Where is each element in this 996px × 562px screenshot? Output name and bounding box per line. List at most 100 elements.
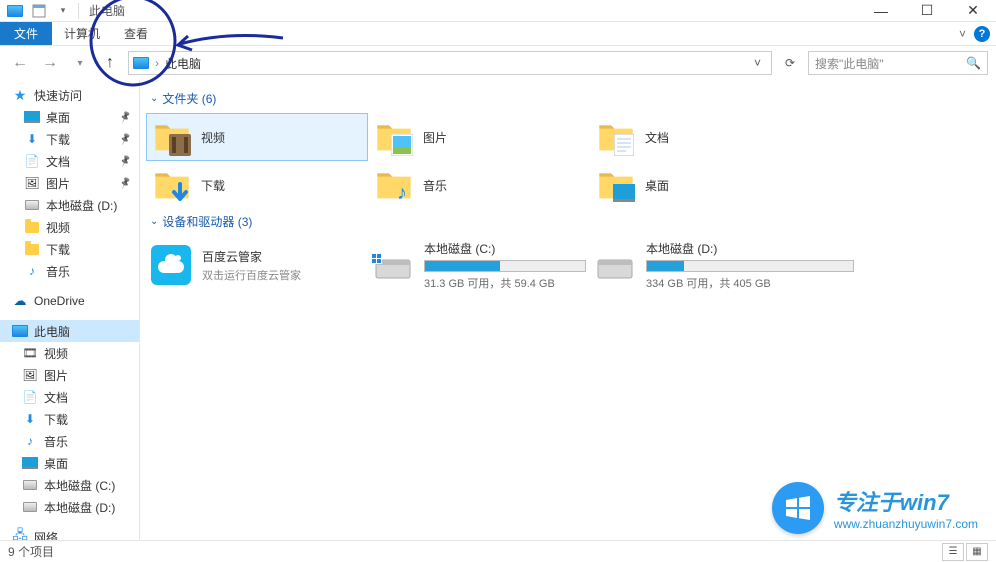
sidebar-item-pictures[interactable]: 🖼 图片 xyxy=(0,172,139,194)
search-input[interactable]: 搜索"此电脑" 🔍 xyxy=(808,51,988,75)
sidebar-quick-access[interactable]: ★ 快速访问 xyxy=(0,84,139,106)
statusbar: 9 个项目 ☰ ▦ xyxy=(0,540,996,562)
search-placeholder-text: 搜索"此电脑" xyxy=(815,55,884,72)
sidebar-onedrive[interactable]: ☁OneDrive xyxy=(0,290,139,312)
refresh-button[interactable]: ⟳ xyxy=(778,51,802,75)
folder-tile-videos[interactable]: 视频 xyxy=(146,113,368,161)
sidebar-item-label: 桌面 xyxy=(44,455,68,472)
disk-icon xyxy=(22,477,38,493)
address-bar[interactable]: › 此电脑 ˅ xyxy=(128,51,772,75)
group-folders-header[interactable]: ⌄ 文件夹 (6) xyxy=(146,86,986,113)
nav-forward-button[interactable]: → xyxy=(38,51,62,75)
address-dropdown-icon[interactable]: ˅ xyxy=(748,56,767,70)
sidebar-pc-disk-d[interactable]: 本地磁盘 (D:) xyxy=(0,496,139,518)
sidebar-pc-downloads[interactable]: ⬇ 下载 xyxy=(0,408,139,430)
folder-icon xyxy=(151,116,193,158)
folder-tile-downloads[interactable]: 下载 xyxy=(146,161,368,209)
minimize-button[interactable]: — xyxy=(858,0,904,22)
sidebar-item-label: 下载 xyxy=(46,241,70,258)
drive-stats: 31.3 GB 可用，共 59.4 GB xyxy=(424,275,586,291)
nav-recent-dropdown[interactable]: ▾ xyxy=(68,51,92,75)
drive-usage-bar xyxy=(424,260,586,272)
sidebar-label: 网络 xyxy=(34,529,58,541)
sidebar-item-music[interactable]: ♪音乐 xyxy=(0,260,139,282)
device-tile-baidu[interactable]: 百度云管家 双击运行百度云管家 xyxy=(146,236,368,294)
folder-tile-music[interactable]: ♪ 音乐 xyxy=(368,161,590,209)
sidebar-item-label: 本地磁盘 (D:) xyxy=(44,499,115,516)
view-details-button[interactable]: ☰ xyxy=(942,543,964,561)
qat-properties-icon[interactable] xyxy=(28,2,50,20)
tile-label: 桌面 xyxy=(645,177,669,194)
sidebar-item-label: 下载 xyxy=(44,411,68,428)
sidebar-item-label: 音乐 xyxy=(44,433,68,450)
disk-icon xyxy=(24,197,40,213)
chevron-down-icon: ⌄ xyxy=(150,216,158,227)
sidebar-item-documents[interactable]: 📄 文档 xyxy=(0,150,139,172)
drive-name: 本地磁盘 (C:) xyxy=(424,240,586,257)
sidebar-item-downloads2[interactable]: 下载 xyxy=(0,238,139,260)
drive-tile-c[interactable]: 本地磁盘 (C:) 31.3 GB 可用，共 59.4 GB xyxy=(368,236,590,294)
network-icon: 🖧 xyxy=(12,529,28,540)
download-icon: ⬇ xyxy=(24,131,40,147)
address-separator-icon: › xyxy=(155,56,159,70)
folder-icon: ♪ xyxy=(373,164,415,206)
sidebar-item-label: 视频 xyxy=(44,345,68,362)
watermark: 专注于win7 www.zhuanzhuyuwin7.com xyxy=(772,482,978,534)
drive-tile-d[interactable]: 本地磁盘 (D:) 334 GB 可用，共 405 GB xyxy=(590,236,858,294)
disk-icon xyxy=(22,499,38,515)
address-location-text[interactable]: 此电脑 xyxy=(165,55,201,72)
nav-back-button[interactable]: ← xyxy=(8,51,32,75)
sidebar-item-videos[interactable]: 视频 xyxy=(0,216,139,238)
view-tiles-button[interactable]: ▦ xyxy=(966,543,988,561)
content-area: ⌄ 文件夹 (6) 视频 图片 xyxy=(140,80,996,540)
sidebar-item-disk-d[interactable]: 本地磁盘 (D:) xyxy=(0,194,139,216)
baidu-cloud-icon xyxy=(150,244,192,286)
video-icon: 🎞 xyxy=(22,345,38,361)
document-icon: 📄 xyxy=(22,389,38,405)
sidebar-pc-music[interactable]: ♪音乐 xyxy=(0,430,139,452)
status-item-count: 9 个项目 xyxy=(8,543,54,560)
folder-icon xyxy=(24,241,40,257)
group-devices-header[interactable]: ⌄ 设备和驱动器 (3) xyxy=(146,209,986,236)
music-icon: ♪ xyxy=(24,263,40,279)
sidebar-item-label: 本地磁盘 (D:) xyxy=(46,197,117,214)
tile-label: 图片 xyxy=(423,129,447,146)
sidebar-item-desktop[interactable]: 桌面 xyxy=(0,106,139,128)
qat-dropdown-icon[interactable]: ▾ xyxy=(52,2,74,20)
folder-tile-documents[interactable]: 文档 xyxy=(590,113,812,161)
ribbon-tab-computer[interactable]: 计算机 xyxy=(52,22,112,45)
sidebar-item-label: 文档 xyxy=(46,153,70,170)
sidebar-network[interactable]: 🖧 网络 xyxy=(0,526,139,540)
sidebar-pc-desktop[interactable]: 桌面 xyxy=(0,452,139,474)
maximize-button[interactable]: ☐ xyxy=(904,0,950,22)
folder-tile-desktop[interactable]: 桌面 xyxy=(590,161,812,209)
system-menu-icon[interactable] xyxy=(4,2,26,20)
ribbon-expand-icon[interactable]: ˅ xyxy=(959,27,966,41)
close-button[interactable]: ✕ xyxy=(950,0,996,22)
sidebar-item-downloads[interactable]: ⬇下载 xyxy=(0,128,139,150)
sidebar-label: 快速访问 xyxy=(34,87,82,104)
sidebar-pc-pictures[interactable]: 🖼图片 xyxy=(0,364,139,386)
sidebar-pc-disk-c[interactable]: 本地磁盘 (C:) xyxy=(0,474,139,496)
sidebar-this-pc[interactable]: 此电脑 xyxy=(0,320,139,342)
drive-usage-bar xyxy=(646,260,854,272)
ribbon-tab-view[interactable]: 查看 xyxy=(112,22,160,45)
search-icon[interactable]: 🔍 xyxy=(966,56,981,70)
tile-label: 文档 xyxy=(645,129,669,146)
sidebar-item-label: 图片 xyxy=(46,175,70,192)
watermark-url: www.zhuanzhuyuwin7.com xyxy=(834,517,978,531)
folder-icon xyxy=(151,164,193,206)
download-icon: ⬇ xyxy=(22,411,38,427)
sidebar-pc-documents[interactable]: 📄文档 xyxy=(0,386,139,408)
picture-icon: 🖼 xyxy=(24,175,40,191)
folder-icon xyxy=(24,219,40,235)
ribbon-file-tab[interactable]: 文件 xyxy=(0,22,52,45)
folder-tile-pictures[interactable]: 图片 xyxy=(368,113,590,161)
sidebar-pc-videos[interactable]: 🎞 视频 xyxy=(0,342,139,364)
help-icon[interactable]: ? xyxy=(974,26,990,42)
group-header-label: 设备和驱动器 (3) xyxy=(162,213,252,230)
nav-up-button[interactable]: ↑ xyxy=(98,51,122,75)
window-title: 此电脑 xyxy=(83,2,125,19)
group-header-label: 文件夹 (6) xyxy=(162,90,216,107)
document-icon: 📄 xyxy=(24,153,40,169)
